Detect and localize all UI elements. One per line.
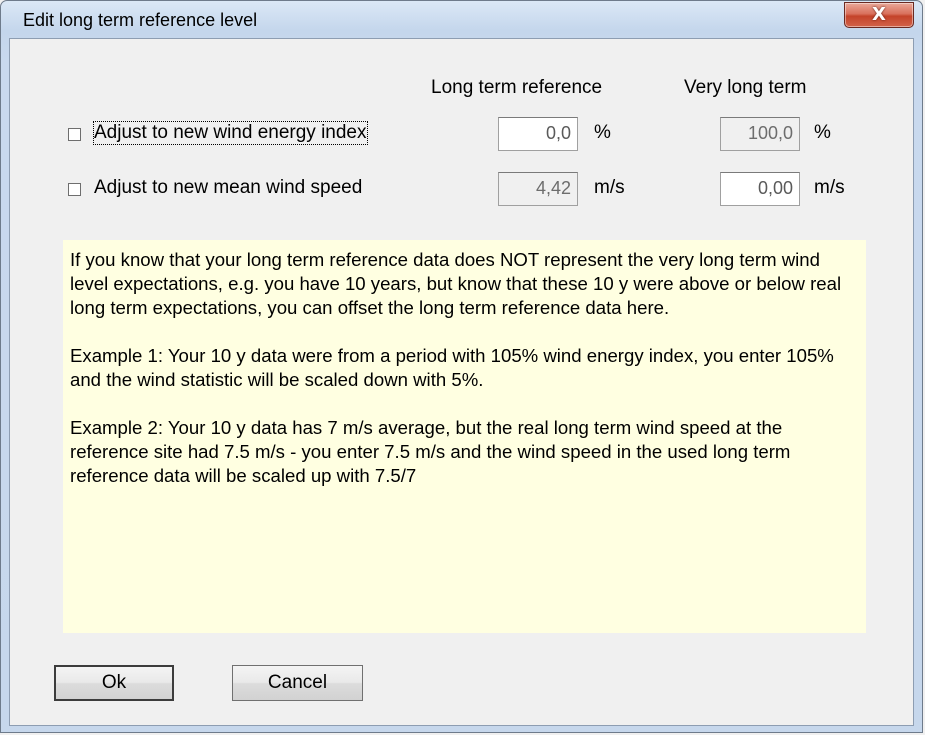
wind-energy-index-checkbox[interactable] xyxy=(68,128,81,141)
mean-wind-speed-label[interactable]: Adjust to new mean wind speed xyxy=(94,177,362,199)
example-1-paragraph: Example 1: Your 10 y data were from a pe… xyxy=(70,345,834,390)
very-long-term-energy-index-unit: % xyxy=(814,122,831,143)
very-long-term-energy-index-field: 100,0 xyxy=(720,117,800,151)
long-term-energy-index-field[interactable]: 0,0 xyxy=(498,117,578,151)
mean-wind-speed-checkbox[interactable] xyxy=(68,183,81,196)
long-term-wind-speed-field: 4,42 xyxy=(498,172,578,206)
very-long-term-wind-speed-field[interactable]: 0,00 xyxy=(720,172,800,206)
close-button[interactable]: X xyxy=(844,2,914,28)
info-panel: If you know that your long term referenc… xyxy=(63,240,866,633)
title-bar[interactable]: Edit long term reference level X xyxy=(1,1,922,38)
info-paragraph: If you know that your long term referenc… xyxy=(70,249,842,318)
cancel-button[interactable]: Cancel xyxy=(232,665,363,701)
long-term-wind-speed-unit: m/s xyxy=(594,177,625,198)
long-term-energy-index-unit: % xyxy=(594,122,611,143)
dialog-body: Long term reference Very long term Adjus… xyxy=(9,38,914,726)
wind-energy-index-label[interactable]: Adjust to new wind energy index xyxy=(93,121,368,145)
close-icon: X xyxy=(872,4,886,25)
window-title: Edit long term reference level xyxy=(23,10,258,30)
ok-button[interactable]: Ok xyxy=(54,665,174,701)
very-long-term-wind-speed-unit: m/s xyxy=(814,177,845,198)
dialog-window: Edit long term reference level X Long te… xyxy=(0,0,923,733)
column-header-very-long-term: Very long term xyxy=(684,77,807,98)
example-2-paragraph: Example 2: Your 10 y data has 7 m/s aver… xyxy=(70,417,791,486)
column-header-long-term: Long term reference xyxy=(431,77,603,98)
